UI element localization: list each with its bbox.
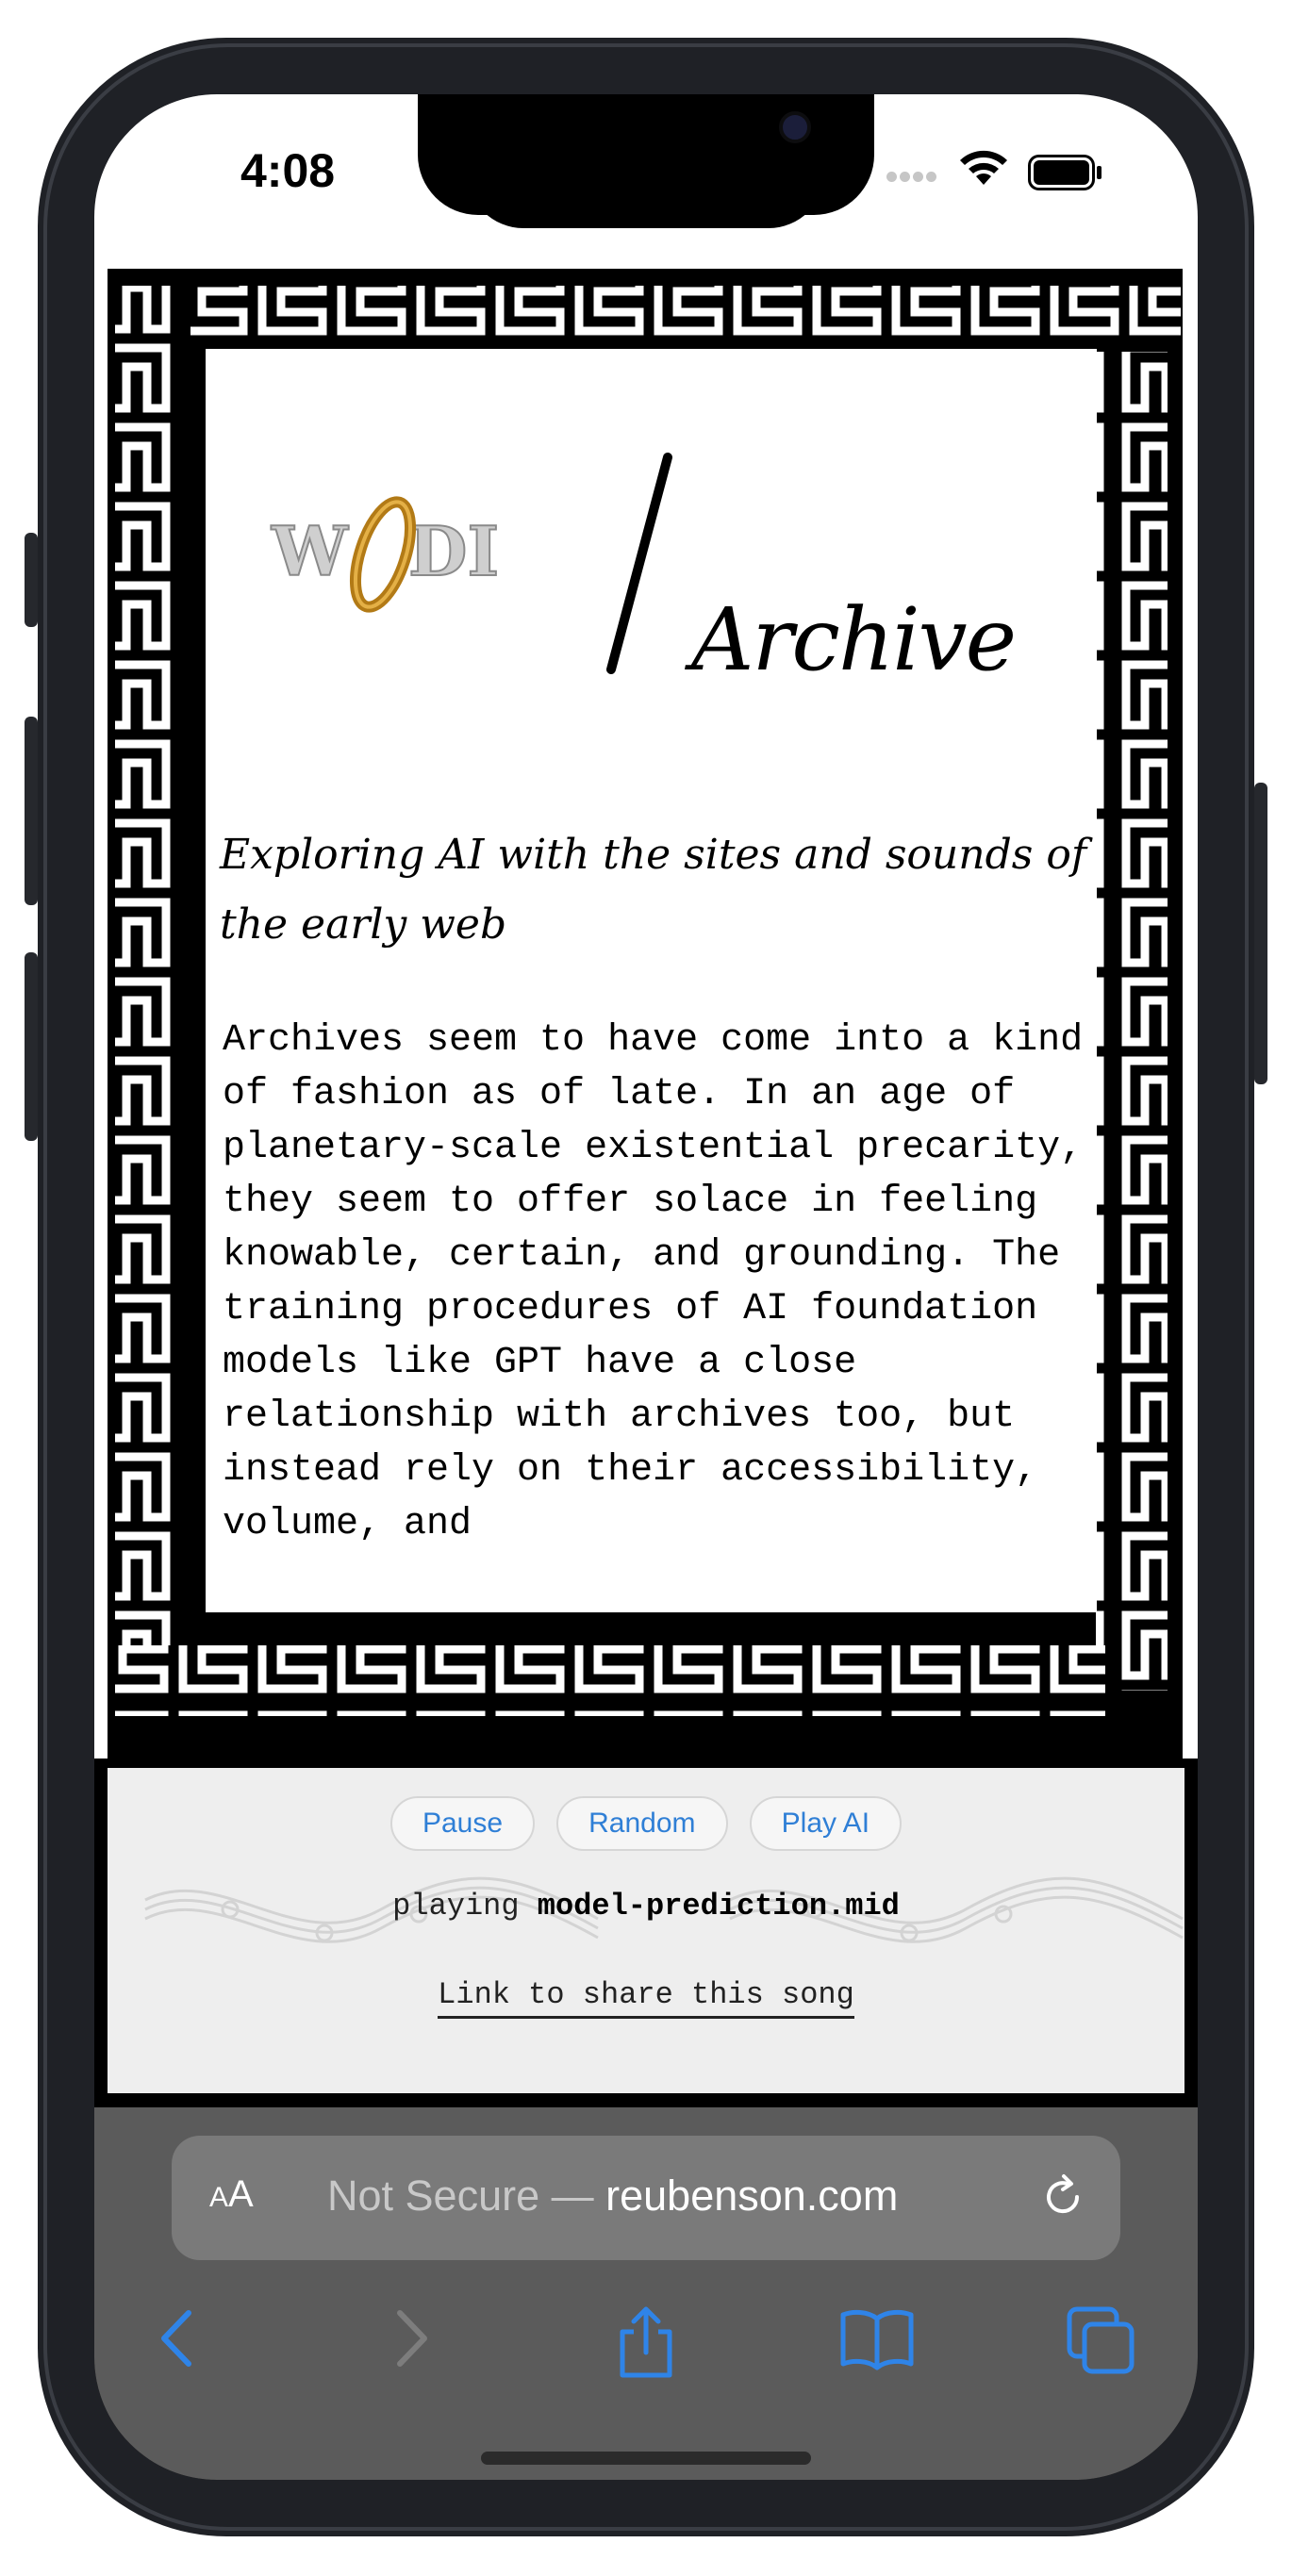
bookmarks-icon[interactable] — [839, 2305, 915, 2371]
now-playing-file: model-prediction.mid — [537, 1889, 900, 1924]
camera-icon — [779, 111, 811, 143]
safari-nav-bar — [94, 2305, 1198, 2390]
now-playing-label: playing — [392, 1889, 520, 1924]
now-playing: playing model-prediction.mid — [108, 1889, 1184, 1924]
home-indicator — [481, 2452, 811, 2465]
random-button[interactable]: Random — [556, 1796, 728, 1851]
page-settings-button[interactable]: AA — [209, 2173, 254, 2216]
player-controls: Pause Random Play AI — [108, 1796, 1184, 1851]
forward-icon — [397, 2310, 427, 2367]
security-warning: Not Secure — — [327, 2171, 606, 2220]
page-content: W DI Archive Exploring AI with the sites… — [206, 349, 1097, 1612]
pause-button[interactable]: Pause — [389, 1796, 536, 1851]
reload-icon[interactable] — [1037, 2171, 1088, 2222]
midi-player: Pause Random Play AI playing model-predi… — [108, 1768, 1184, 2093]
power-button — [1254, 783, 1267, 1084]
aa-small-letter: A — [209, 2182, 229, 2213]
address-bar[interactable]: AA Not Secure — reubenson.com — [172, 2136, 1120, 2260]
volume-down-button — [25, 952, 38, 1141]
aa-large-letter: A — [228, 2173, 254, 2215]
page-subtitle: Exploring AI with the sites and sounds o… — [220, 831, 1087, 949]
widi-logo: W DI — [262, 481, 517, 622]
tabs-icon[interactable] — [1066, 2305, 1137, 2377]
status-time: 4:08 — [240, 144, 336, 197]
url-text: Not Secure — reubenson.com — [327, 2171, 898, 2221]
share-song-link-wrapper: Link to share this song — [108, 1977, 1184, 2019]
page-title: Archive — [691, 589, 1017, 690]
phone-screen: 4:08 W DI Archive Exploring AI with the … — [94, 94, 1198, 2480]
svg-text:DI: DI — [408, 511, 499, 591]
play-ai-button[interactable]: Play AI — [749, 1796, 903, 1851]
cellular-signal-icon — [886, 168, 939, 186]
greek-key-frame: W DI Archive Exploring AI with the sites… — [94, 259, 1198, 1759]
mute-switch — [25, 533, 38, 627]
share-song-link[interactable]: Link to share this song — [438, 1977, 854, 2019]
slash-glyph — [606, 453, 672, 674]
web-page: W DI Archive Exploring AI with the sites… — [94, 259, 1198, 2107]
widi-logo-image: W DI — [270, 496, 500, 613]
notch-bottom — [467, 170, 825, 228]
url-domain: reubenson.com — [605, 2171, 899, 2220]
body-paragraph: Archives seem to have come into a kind o… — [223, 1019, 1084, 1545]
safari-toolbar: AA Not Secure — reubenson.com — [94, 2107, 1198, 2480]
volume-up-button — [25, 717, 38, 905]
svg-text:W: W — [271, 511, 349, 591]
wifi-icon — [960, 150, 1007, 185]
battery-icon — [1028, 155, 1102, 190]
back-icon[interactable] — [153, 2305, 200, 2371]
share-icon[interactable] — [613, 2305, 679, 2381]
